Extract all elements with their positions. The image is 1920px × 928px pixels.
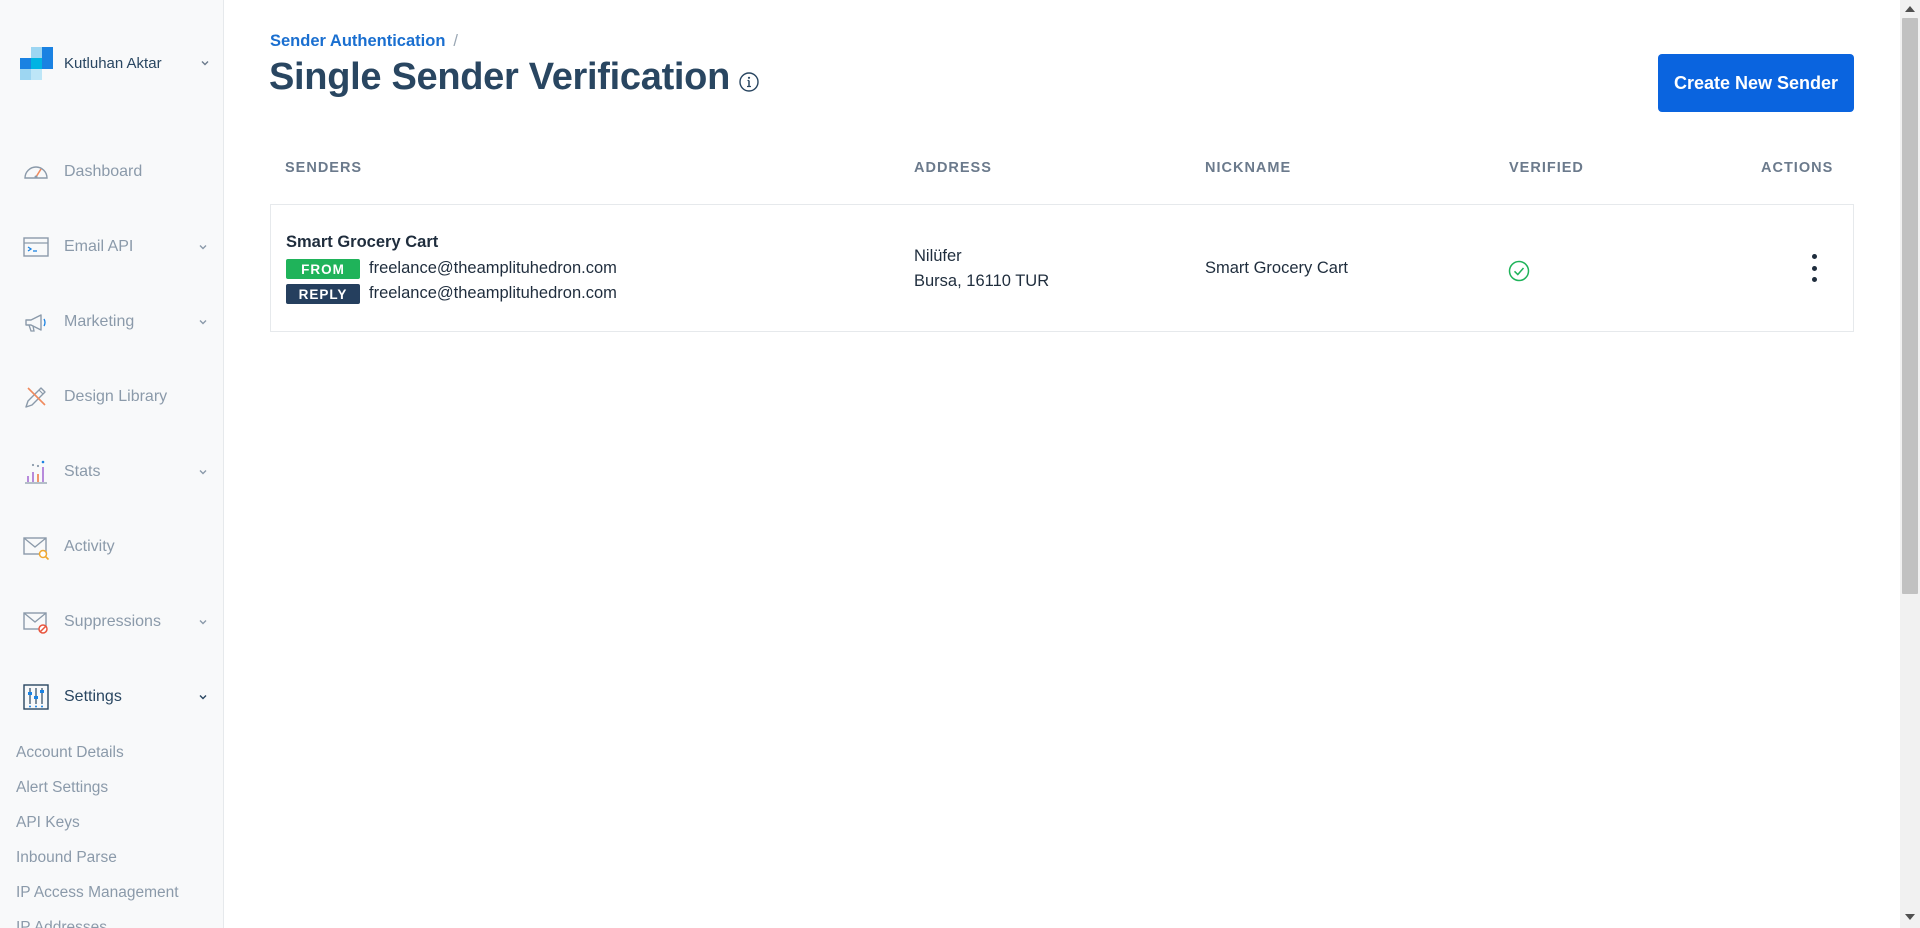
nav-label: Suppressions xyxy=(64,613,161,630)
page-title-text: Single Sender Verification xyxy=(269,56,731,98)
subnav-alert-settings[interactable]: Alert Settings xyxy=(16,779,108,797)
nav-label: Activity xyxy=(64,538,115,555)
nav-label: Design Library xyxy=(64,388,168,405)
column-header-senders[interactable]: SENDERS xyxy=(285,160,362,176)
reply-tag-badge: REPLY xyxy=(286,284,360,304)
subnav-inbound-parse[interactable]: Inbound Parse xyxy=(16,849,117,867)
megaphone-icon xyxy=(22,308,50,336)
chevron-down-icon xyxy=(198,242,208,252)
column-header-actions: ACTIONS xyxy=(1761,160,1834,176)
sidebar: Kutluhan Aktar Dashboard Email API Marke… xyxy=(0,0,224,928)
sendgrid-logo-icon xyxy=(20,46,53,80)
nav-item-suppressions[interactable]: Suppressions xyxy=(22,604,216,640)
nickname-cell: Smart Grocery Cart xyxy=(1205,259,1349,277)
column-header-address[interactable]: ADDRESS xyxy=(914,160,992,176)
subnav-ip-addresses[interactable]: IP Addresses xyxy=(16,919,107,928)
sender-name: Smart Grocery Cart xyxy=(286,233,439,251)
chevron-down-icon xyxy=(200,58,210,68)
address-line-1: Nilüfer xyxy=(914,247,962,265)
from-tag-badge: FROM xyxy=(286,259,360,279)
dashboard-gauge-icon xyxy=(22,158,50,186)
breadcrumb-separator: / xyxy=(453,32,458,50)
scrollbar-thumb[interactable] xyxy=(1902,18,1918,594)
sliders-icon xyxy=(22,683,50,711)
nav-item-design-library[interactable]: Design Library xyxy=(22,379,216,415)
verified-check-icon xyxy=(1507,259,1531,283)
nav-item-dashboard[interactable]: Dashboard xyxy=(22,154,216,190)
nav-label: Dashboard xyxy=(64,163,143,180)
breadcrumb: Sender Authentication / xyxy=(270,32,458,51)
nav-item-email-api[interactable]: Email API xyxy=(22,229,216,265)
main-content: Sender Authentication / Single Sender Ve… xyxy=(224,0,1896,928)
column-header-verified[interactable]: VERIFIED xyxy=(1509,160,1584,176)
nav-label: Marketing xyxy=(64,313,135,330)
nav-label: Stats xyxy=(64,463,101,480)
info-icon[interactable] xyxy=(738,71,760,93)
subnav-ip-access-management[interactable]: IP Access Management xyxy=(16,884,179,902)
code-window-icon xyxy=(22,233,50,261)
envelope-search-icon xyxy=(22,533,50,561)
breadcrumb-sender-authentication[interactable]: Sender Authentication xyxy=(270,32,445,51)
account-name: Kutluhan Aktar xyxy=(64,54,162,72)
chevron-down-icon xyxy=(198,692,208,702)
page-title: Single Sender Verification xyxy=(269,56,760,99)
nav-item-activity[interactable]: Activity xyxy=(22,529,216,565)
nav-item-marketing[interactable]: Marketing xyxy=(22,304,216,340)
reply-email: freelance@theamplituhedron.com xyxy=(369,284,617,302)
chevron-down-icon xyxy=(198,467,208,477)
chevron-down-icon xyxy=(198,317,208,327)
create-new-sender-button[interactable]: Create New Sender xyxy=(1658,54,1854,112)
pencil-ruler-icon xyxy=(22,383,50,411)
account-switcher[interactable]: Kutluhan Aktar xyxy=(20,46,210,80)
nav-label: Email API xyxy=(64,238,134,255)
from-email: freelance@theamplituhedron.com xyxy=(369,259,617,277)
scroll-down-arrow-icon[interactable] xyxy=(1905,914,1915,920)
column-header-nickname[interactable]: NICKNAME xyxy=(1205,160,1291,176)
envelope-blocked-icon xyxy=(22,608,50,636)
page-scrollbar[interactable] xyxy=(1900,0,1920,928)
bar-chart-icon xyxy=(22,458,50,486)
nav-label: Settings xyxy=(64,688,122,705)
nav-item-settings[interactable]: Settings xyxy=(22,679,216,715)
address-line-2: Bursa, 16110 TUR xyxy=(914,272,1050,290)
subnav-account-details[interactable]: Account Details xyxy=(16,744,124,762)
chevron-down-icon xyxy=(198,617,208,627)
row-actions-kebab-icon[interactable] xyxy=(1804,250,1824,286)
nav-item-stats[interactable]: Stats xyxy=(22,454,216,490)
subnav-api-keys[interactable]: API Keys xyxy=(16,814,80,832)
scroll-up-arrow-icon[interactable] xyxy=(1905,6,1915,12)
